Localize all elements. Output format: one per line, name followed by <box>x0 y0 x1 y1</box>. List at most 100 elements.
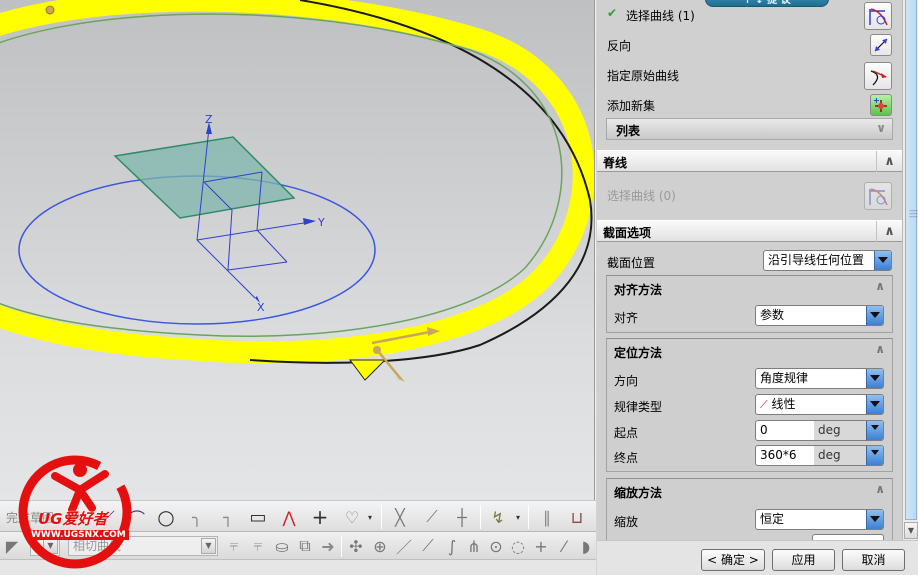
constraints-icon[interactable]: ∥ <box>535 505 559 529</box>
snap-intersection-icon[interactable]: ⋔ <box>462 534 486 558</box>
chevron-up-icon[interactable]: ∧ <box>875 279 885 293</box>
make-corner-icon[interactable]: ┼ <box>450 505 474 529</box>
snap-end-icon[interactable]: ／ <box>392 534 416 558</box>
snap-control-icon[interactable]: ∫ <box>440 534 464 558</box>
start-value: 0 <box>760 423 768 437</box>
snap-on-curve-icon[interactable]: ⁄ <box>552 534 576 558</box>
align-select[interactable]: 参数 <box>755 305 884 326</box>
snap-existing-point-icon[interactable]: + <box>529 534 553 558</box>
chevron-down-icon <box>866 306 883 325</box>
scale-value: 恒定 <box>760 512 785 526</box>
move-icon[interactable]: ⛀ <box>270 534 294 558</box>
cancel-button[interactable]: 取消 <box>842 549 905 571</box>
origin-handle[interactable] <box>45 5 55 15</box>
snap-center-icon[interactable]: ⊙ <box>484 534 508 558</box>
swept-surface[interactable] <box>0 0 594 381</box>
section-options-title: 截面选项 <box>603 226 652 240</box>
section-location-select[interactable]: 沿引导线任何位置 <box>763 250 892 271</box>
sketch-plane-icon[interactable]: ◤ <box>0 534 24 558</box>
auto-dimension-icon[interactable]: ↯ <box>486 505 510 529</box>
list-toggle[interactable]: 列表 ∨ <box>606 118 893 140</box>
profile-icon[interactable]: ⌐ <box>60 505 84 529</box>
dialog-content: ↑ ↓ 提 议 ✔ 选择曲线 (1) 反向 指定原始曲线 添加新集 + 列表 ∨… <box>597 0 902 540</box>
section-options-header[interactable]: 截面选项 ∧ <box>597 220 902 242</box>
arrow-down-icon[interactable] <box>866 446 883 465</box>
continuous-auto-dimension-icon[interactable]: ⊔ <box>565 505 589 529</box>
arrow-down-icon[interactable] <box>866 421 883 440</box>
add-new-set-row: 添加新集 + <box>597 90 902 120</box>
chevron-up-icon[interactable]: ∧ <box>875 342 885 356</box>
y-axis-arrow-icon <box>303 218 316 225</box>
snap-inferred-icon[interactable]: ✣ <box>344 534 368 558</box>
reverse-label: 反向 <box>607 39 632 53</box>
guide-select-curve-label: 选择曲线 (1) <box>626 9 695 23</box>
guide-select-curve-row: ✔ 选择曲线 (1) <box>597 0 902 30</box>
chamfer-icon[interactable]: ┐ <box>216 505 240 529</box>
point-icon[interactable]: + <box>308 505 332 529</box>
arrow-right-icon[interactable]: ➜ <box>316 534 340 558</box>
finish-sketch-button[interactable]: 完成草图 <box>6 509 54 526</box>
polygon-curve-icon[interactable]: ⋀ <box>277 505 301 529</box>
offset-curve-icon[interactable]: ♡ <box>340 505 364 529</box>
orientation-group: 定位方法 ∧ 方向 角度规律 规律类型 ⟋ 线性 起点 0 deg 终点 360… <box>606 338 893 472</box>
scrollbar-thumb[interactable]: — — — <box>905 0 918 520</box>
snap-quadrant-icon[interactable]: ◌ <box>506 534 530 558</box>
add-set-icon: + <box>873 96 887 112</box>
x-axis-label: X <box>257 301 265 314</box>
offset-dropdown-icon[interactable]: ▾ <box>364 505 376 529</box>
spine-section-header[interactable]: 脊线 ∧ <box>597 150 902 172</box>
filter-combo[interactable]: ▼ <box>30 536 60 556</box>
chevron-up-icon[interactable]: ∧ <box>876 151 902 172</box>
line-icon[interactable]: ／ <box>95 505 119 529</box>
snap-move-icon[interactable]: ⊕ <box>368 534 392 558</box>
section-plane[interactable] <box>113 136 296 219</box>
check-icon: ✔ <box>607 6 618 20</box>
chevron-up-icon[interactable]: ∧ <box>875 482 885 496</box>
toolbar-separator <box>480 505 481 529</box>
y-axis-label: Y <box>317 216 325 229</box>
snap-combo-value: 相切曲线 <box>73 539 122 553</box>
list-label: 列表 <box>616 124 641 138</box>
quick-extend-icon[interactable]: ⟋ <box>420 505 444 529</box>
add-new-set-button[interactable]: + <box>870 94 892 116</box>
curve-select-icon <box>869 8 888 26</box>
reverse-direction-icon <box>874 38 888 52</box>
viewport-divider <box>594 0 596 500</box>
perpendicular-icon[interactable]: ⫧ <box>246 534 270 558</box>
ok-button[interactable]: < 确定 > <box>701 549 765 571</box>
rectangle-icon[interactable]: ▭ <box>246 505 270 529</box>
section-location-label: 截面位置 <box>607 256 656 270</box>
chevron-up-icon[interactable]: ∧ <box>876 221 902 242</box>
reverse-direction-button[interactable] <box>870 34 892 56</box>
select-curve-button[interactable] <box>864 2 892 30</box>
chevron-down-icon: ▼ <box>43 538 58 554</box>
specify-origin-curve-label: 指定原始曲线 <box>607 69 680 83</box>
spine-select-curve-button[interactable] <box>864 182 892 210</box>
circle-icon[interactable]: ○ <box>154 505 178 529</box>
direction-select[interactable]: 角度规律 <box>755 368 884 389</box>
alignment-group: 对齐方法 ∧ 对齐 参数 <box>606 275 893 333</box>
transfer-icon[interactable]: ⧉ <box>293 534 317 558</box>
scroll-down-icon[interactable]: ▼ <box>904 522 918 539</box>
scale-select[interactable]: 恒定 <box>755 509 884 530</box>
toolbar-separator <box>528 505 529 529</box>
end-value-input[interactable]: 360*6 deg <box>755 445 884 466</box>
law-type-select[interactable]: ⟋ 线性 <box>755 394 884 415</box>
law-type-label: 规律类型 <box>614 400 663 414</box>
graphics-viewport[interactable]: Z Y X <box>0 0 594 500</box>
snap-combo[interactable]: 相切曲线 ▼ <box>68 536 218 556</box>
quick-trim-icon[interactable]: ╳ <box>388 505 412 529</box>
specify-origin-curve-row: 指定原始曲线 <box>597 60 902 90</box>
dimension-dropdown-icon[interactable]: ▾ <box>512 505 524 529</box>
arc-icon[interactable]: ⌒ <box>125 505 149 529</box>
dialog-scrollbar[interactable]: — — — ▼ <box>902 0 918 540</box>
snap-on-surface-icon[interactable]: ◗ <box>574 534 598 558</box>
start-value-input[interactable]: 0 deg <box>755 420 884 441</box>
add-new-set-label: 添加新集 <box>607 99 656 113</box>
specify-origin-curve-button[interactable] <box>864 62 892 90</box>
snap-mid-icon[interactable]: ⟋ <box>416 534 440 558</box>
fix-icon[interactable]: ⫧ <box>222 534 246 558</box>
start-unit: deg <box>814 421 866 440</box>
apply-button[interactable]: 应用 <box>772 549 835 571</box>
fillet-icon[interactable]: ╮ <box>185 505 209 529</box>
